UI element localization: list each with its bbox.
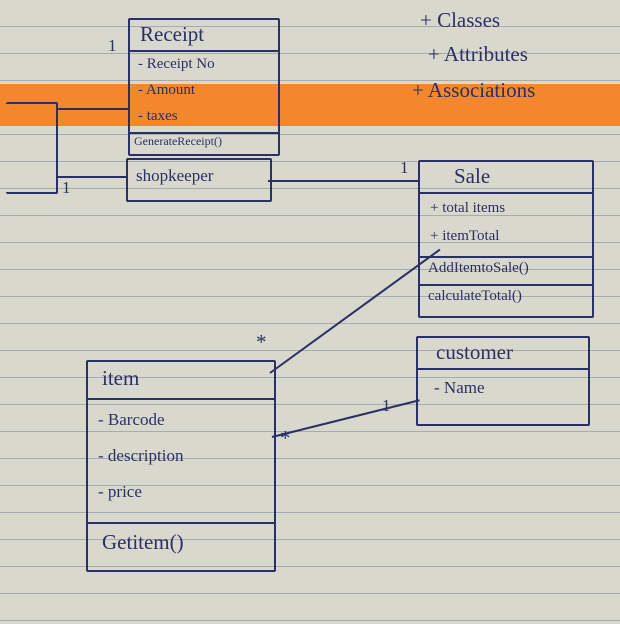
offpage-class-stub [6, 102, 58, 194]
assoc-stub-receipt [56, 108, 128, 110]
legend-classes: + Classes [420, 8, 500, 33]
receipt-attr-no: - Receipt No [138, 56, 215, 73]
assoc-shopkeeper-sale [268, 180, 418, 182]
class-shopkeeper: shopkeeper [126, 158, 272, 202]
class-item: item - Barcode - description - price Get… [86, 360, 276, 572]
sale-method-additem: AddItemtoSale() [428, 260, 529, 277]
customer-attr-name: - Name [434, 378, 485, 398]
item-method-getitem: Getitem() [102, 530, 184, 555]
item-attr-barcode: - Barcode [98, 410, 165, 430]
uml-sketch-page: { "legend": { "l1": "+ Classes", "l2": "… [0, 0, 620, 624]
legend-attributes: + Attributes [428, 42, 528, 67]
customer-title: customer [436, 340, 513, 365]
item-title: item [102, 366, 139, 391]
mult-item-star-side: * [280, 426, 291, 451]
class-customer: customer - Name [416, 336, 590, 426]
sale-attr-itemtotal: + itemTotal [430, 228, 499, 245]
sale-attr-totalitems: + total items [430, 200, 505, 217]
receipt-method-generate: GenerateReceipt() [134, 134, 222, 149]
class-receipt: Receipt - Receipt No - Amount - taxes Ge… [128, 18, 280, 156]
shopkeeper-title: shopkeeper [136, 166, 213, 186]
sale-title: Sale [454, 164, 490, 189]
mult-receipt-1: 1 [108, 36, 117, 56]
class-sale: Sale + total items + itemTotal AddItemto… [418, 160, 594, 318]
mult-sale-1: 1 [400, 158, 409, 178]
receipt-attr-amount: - Amount [138, 82, 195, 99]
mult-shopkeeper-left-1: 1 [62, 178, 71, 198]
sale-method-calctotal: calculateTotal() [428, 288, 522, 305]
item-attr-description: - description [98, 446, 183, 466]
receipt-attr-taxes: - taxes [138, 108, 178, 125]
mult-item-star-top: * [256, 330, 267, 355]
legend-associations: + Associations [412, 78, 535, 103]
item-attr-price: - price [98, 482, 142, 502]
receipt-title: Receipt [140, 22, 204, 47]
mult-customer-1: 1 [382, 396, 391, 416]
